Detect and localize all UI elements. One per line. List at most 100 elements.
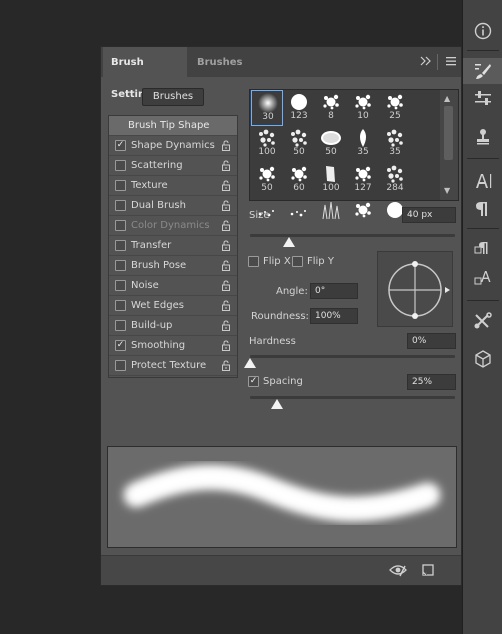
flip-y-checkbox[interactable] [292, 256, 303, 267]
brush-preset[interactable] [347, 198, 379, 234]
lock-icon[interactable] [221, 220, 231, 234]
scroll-down-icon[interactable]: ▼ [444, 186, 450, 195]
lock-icon[interactable] [221, 240, 231, 254]
panel-menu-icon[interactable] [445, 55, 457, 70]
option-brush-tip-shape[interactable]: Brush Tip Shape [109, 116, 237, 136]
option-checkbox[interactable] [115, 160, 126, 171]
spacing-slider-thumb[interactable] [270, 399, 283, 409]
scrollbar-thumb[interactable] [444, 106, 453, 160]
brush-tip-icon [352, 200, 374, 220]
option-build-up[interactable]: Build-up [109, 316, 237, 336]
lock-icon[interactable] [221, 320, 231, 334]
toggle-preview-icon[interactable] [389, 563, 407, 580]
option-checkbox[interactable]: ✓ [115, 340, 126, 351]
option-color-dynamics[interactable]: Color Dynamics [109, 216, 237, 236]
option-checkbox[interactable]: ✓ [115, 140, 126, 151]
brush-preset[interactable]: 25 [379, 90, 411, 126]
brush-preset[interactable]: 30 [251, 90, 283, 126]
lock-icon[interactable] [221, 160, 231, 174]
brush-tip-icon [288, 200, 310, 220]
brush-preset[interactable]: 123 [283, 90, 315, 126]
lock-icon[interactable] [221, 300, 231, 314]
option-label: Brush Tip Shape [128, 120, 210, 131]
brush-preset[interactable]: 60 [283, 162, 315, 198]
option-checkbox[interactable] [115, 180, 126, 191]
option-scattering[interactable]: Scattering [109, 156, 237, 176]
panel-tab-bar: Brush Settings Brushes [101, 47, 461, 100]
size-slider-thumb[interactable] [282, 237, 295, 247]
option-noise[interactable]: Noise [109, 276, 237, 296]
new-preset-icon[interactable] [421, 563, 435, 580]
option-texture[interactable]: Texture [109, 176, 237, 196]
brush-preset[interactable]: 8 [315, 90, 347, 126]
option-wet-edges[interactable]: Wet Edges [109, 296, 237, 316]
option-checkbox[interactable] [115, 240, 126, 251]
brush-preset[interactable]: 35 [347, 126, 379, 162]
hardness-slider-thumb[interactable] [244, 358, 256, 368]
option-label: Transfer [131, 240, 172, 251]
option-checkbox[interactable] [115, 200, 126, 211]
brush-preset[interactable]: 50 [251, 162, 283, 198]
option-checkbox[interactable] [115, 360, 126, 371]
brush-settings-icon[interactable] [463, 58, 502, 84]
collapse-icon[interactable] [420, 55, 432, 70]
lock-icon[interactable] [221, 280, 231, 294]
option-checkbox[interactable] [115, 260, 126, 271]
brush-preset[interactable]: 284 [379, 162, 411, 198]
brush-preset[interactable]: 100 [251, 126, 283, 162]
brush-preset[interactable]: 10 [347, 90, 379, 126]
lock-icon[interactable] [221, 200, 231, 214]
brush-preset[interactable] [315, 198, 347, 234]
option-protect-texture[interactable]: Protect Texture [109, 356, 237, 376]
brush-tip-icon [320, 128, 342, 148]
hardness-slider-track[interactable] [250, 355, 455, 358]
3d-icon[interactable] [463, 346, 502, 372]
brush-preset[interactable]: 127 [347, 162, 379, 198]
size-field[interactable]: 40 px [402, 207, 456, 223]
spacing-field[interactable]: 25% [407, 374, 456, 390]
scroll-up-icon[interactable]: ▲ [444, 94, 450, 103]
option-checkbox[interactable] [115, 280, 126, 291]
info-icon[interactable] [463, 18, 502, 44]
brush-preset-grid: ▲ ▼ 30 123 8 10 25 100 50 50 35 35 50 60 100 127 284 [249, 89, 459, 220]
roundness-field[interactable]: 100% [310, 308, 358, 324]
brush-preset[interactable]: 100 [315, 162, 347, 198]
paragraph-icon[interactable] [463, 196, 502, 222]
brush-preset[interactable]: 50 [315, 126, 347, 162]
lock-icon[interactable] [221, 340, 231, 354]
brushes-button[interactable]: Brushes [142, 88, 204, 106]
option-label: Texture [131, 180, 168, 191]
lock-icon[interactable] [221, 180, 231, 194]
brush-preset[interactable]: 50 [283, 126, 315, 162]
lock-icon[interactable] [221, 260, 231, 274]
option-checkbox[interactable] [115, 320, 126, 331]
spacing-checkbox[interactable]: ✓ [248, 376, 259, 387]
adjustments-icon[interactable] [463, 86, 502, 112]
option-brush-pose[interactable]: Brush Pose [109, 256, 237, 276]
angle-roundness-widget[interactable] [377, 251, 453, 327]
option-dual-brush[interactable]: Dual Brush [109, 196, 237, 216]
size-slider-track[interactable] [250, 234, 455, 237]
character-icon[interactable] [463, 168, 502, 194]
flip-y-label: Flip Y [307, 256, 334, 267]
option-smoothing[interactable]: ✓ Smoothing [109, 336, 237, 356]
lock-icon[interactable] [221, 360, 231, 374]
clone-source-icon[interactable] [463, 124, 502, 150]
tab-brushes[interactable]: Brushes [197, 47, 242, 77]
hardness-field[interactable]: 0% [407, 333, 456, 349]
tab-brush-settings[interactable]: Brush Settings [103, 47, 187, 100]
lock-icon[interactable] [221, 140, 231, 154]
option-checkbox[interactable] [115, 220, 126, 231]
brush-preset[interactable] [283, 198, 315, 234]
option-checkbox[interactable] [115, 300, 126, 311]
character-styles-icon[interactable] [463, 266, 502, 292]
option-transfer[interactable]: Transfer [109, 236, 237, 256]
flip-x-checkbox[interactable] [248, 256, 259, 267]
paragraph-styles-icon[interactable] [463, 236, 502, 262]
brush-size-label: 123 [290, 111, 308, 121]
brush-preset[interactable]: 35 [379, 126, 411, 162]
tools-icon[interactable] [463, 308, 502, 334]
angle-field[interactable]: 0° [310, 283, 358, 299]
option-shape-dynamics[interactable]: ✓ Shape Dynamics [109, 136, 237, 156]
preset-scrollbar[interactable]: ▲ ▼ [440, 90, 458, 200]
